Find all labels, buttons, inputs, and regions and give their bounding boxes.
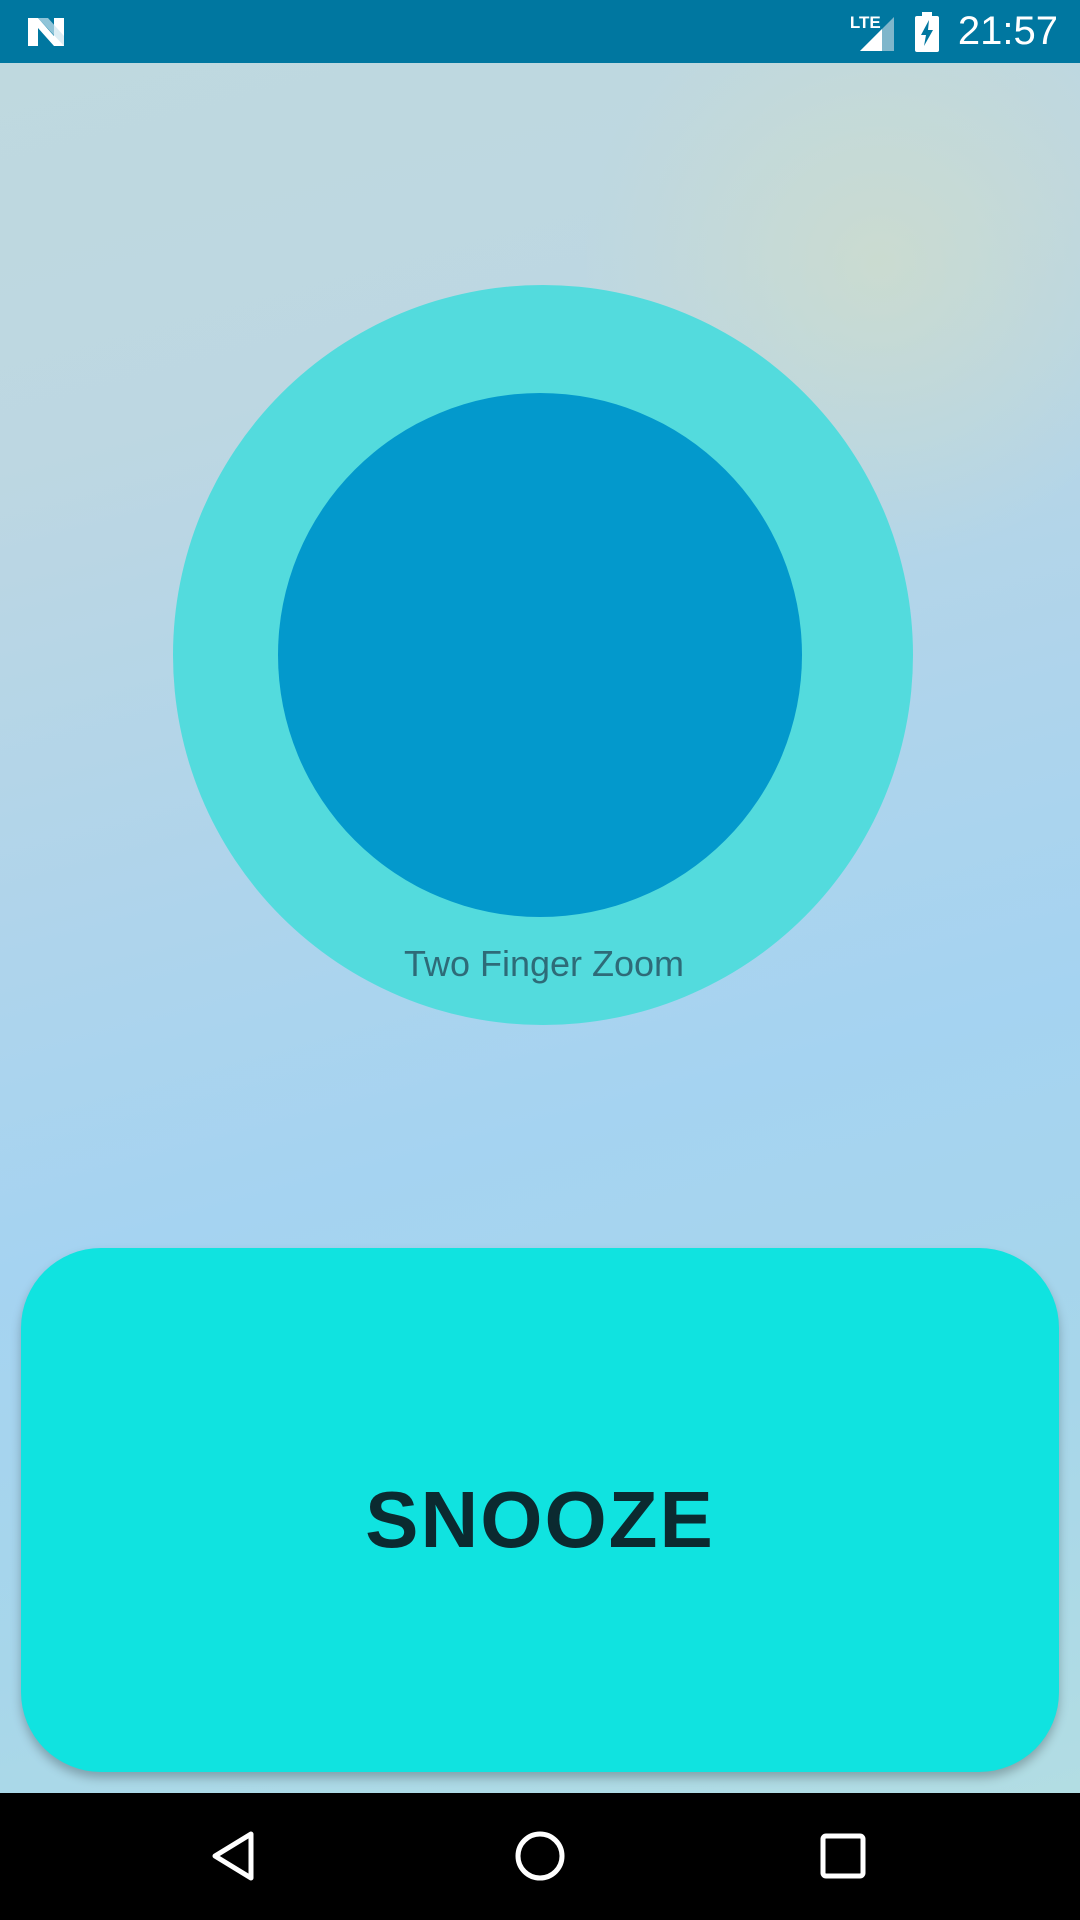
snooze-label: SNOOZE: [365, 1475, 715, 1564]
navigation-bar: [0, 1793, 1080, 1920]
zoom-instruction-label: Two Finger Zoom: [403, 943, 685, 984]
lte-signal-icon: LTE: [848, 11, 896, 53]
status-bar: LTE 21:57: [0, 0, 1080, 63]
status-time: 21:57: [957, 9, 1058, 53]
back-icon: [212, 1831, 254, 1881]
recents-icon: [820, 1833, 866, 1879]
back-button[interactable]: [200, 1821, 270, 1891]
status-right: LTE 21:57: [848, 0, 1058, 63]
battery-charging-icon: [914, 11, 939, 52]
recents-button[interactable]: [808, 1821, 878, 1891]
snooze-button[interactable]: SNOOZE: [21, 1248, 1059, 1772]
zoom-inner-circle[interactable]: [278, 393, 802, 917]
notification-n-icon: [28, 18, 64, 46]
home-button[interactable]: [505, 1821, 575, 1891]
home-icon: [515, 1831, 565, 1881]
alarm-screen: Two Finger Zoom SNOOZE: [0, 63, 1080, 1793]
